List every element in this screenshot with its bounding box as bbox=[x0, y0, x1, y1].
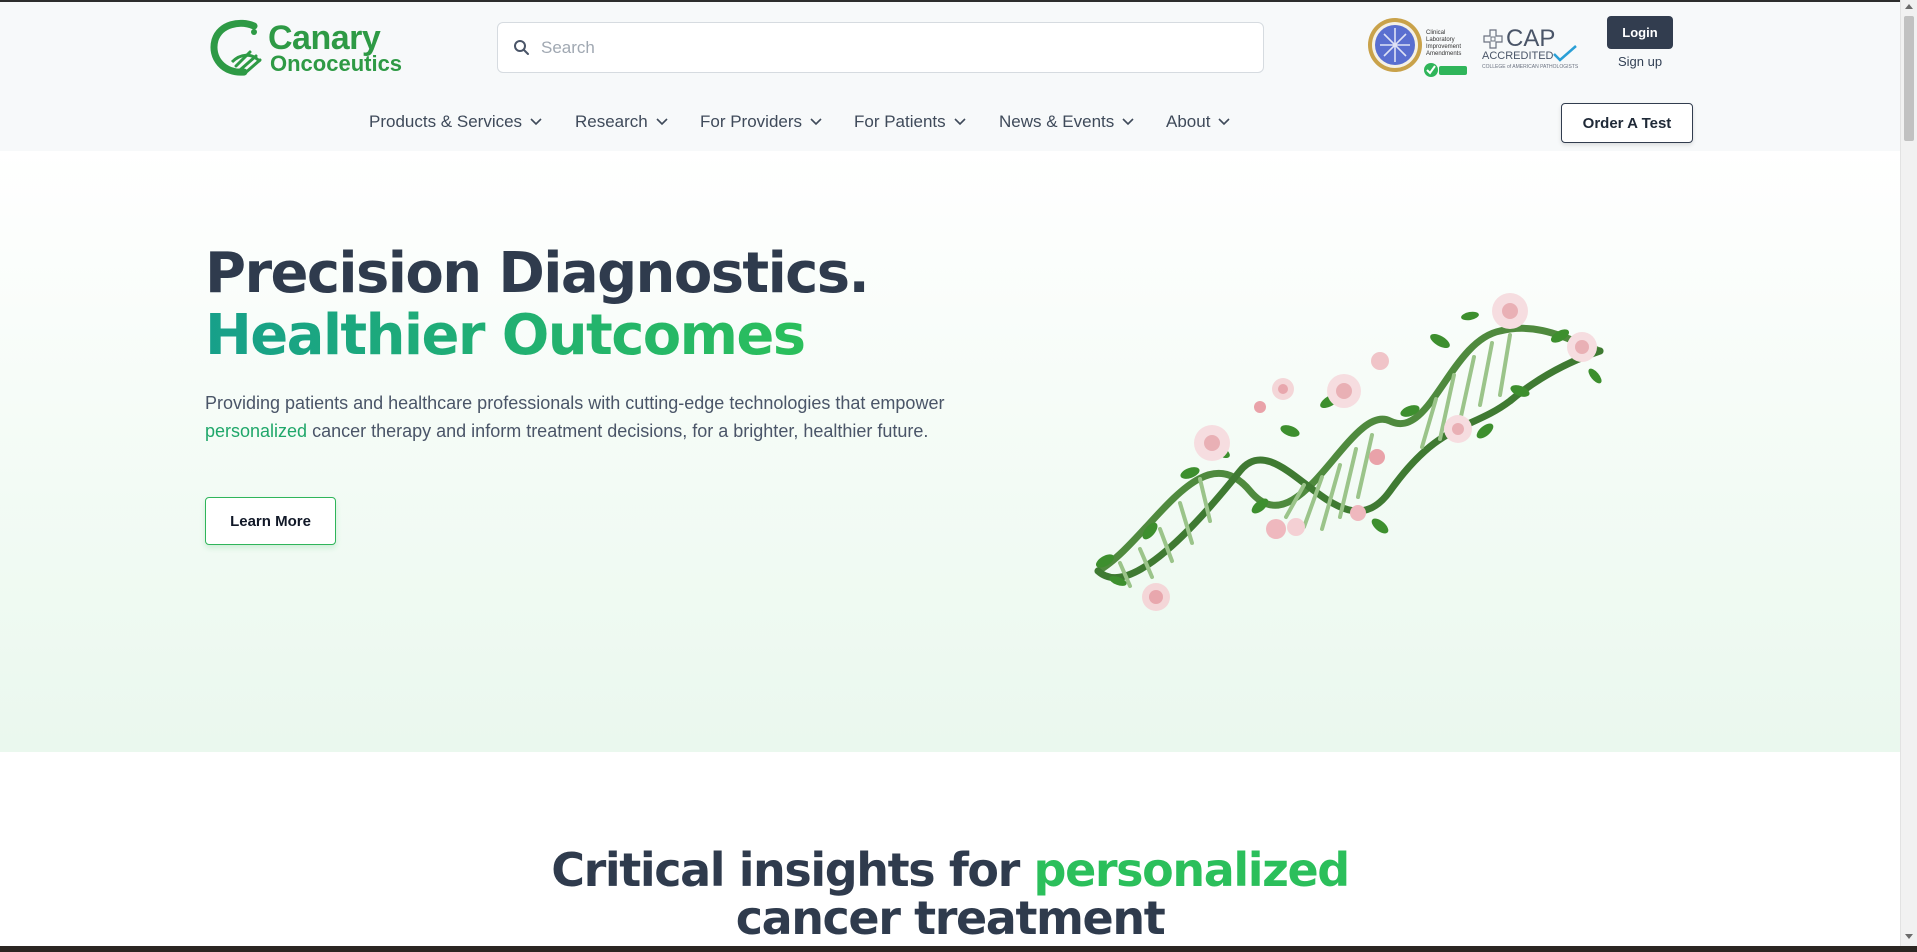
scroll-up-arrow-icon[interactable] bbox=[1905, 4, 1913, 9]
nav-item-label: News & Events bbox=[999, 112, 1115, 131]
section-heading-accent: personalized bbox=[1033, 843, 1351, 897]
section-heading-text-line2: cancer treatment bbox=[735, 891, 1166, 945]
chevron-down-icon bbox=[656, 118, 668, 126]
page-scrollbar[interactable] bbox=[1900, 0, 1917, 946]
chevron-down-icon bbox=[1218, 118, 1231, 126]
nav-item-label: For Providers bbox=[700, 112, 803, 131]
nav-item-label: Products & Services bbox=[369, 112, 523, 131]
scroll-thumb[interactable] bbox=[1904, 16, 1914, 141]
chevron-down-icon bbox=[530, 118, 542, 126]
site-header: Canary Oncoceutics Clinical Laboratory I… bbox=[0, 2, 1900, 151]
checkmark-icon bbox=[1553, 45, 1577, 62]
nav-item-label: Research bbox=[575, 112, 648, 131]
nav-item-for-providers[interactable]: For Providers bbox=[700, 112, 822, 132]
cap-accredited-label: ACCREDITED bbox=[1482, 50, 1554, 62]
hero-title-accent: Healthier Outcomes bbox=[205, 303, 806, 368]
hero-description-accent: personalized bbox=[205, 421, 308, 441]
hero-description: Providing patients and healthcare profes… bbox=[205, 389, 965, 445]
svg-text:Amendments: Amendments bbox=[1426, 51, 1461, 57]
cap-title: CAP bbox=[1506, 25, 1556, 52]
svg-text:Clinical: Clinical bbox=[1426, 30, 1445, 36]
hero-description-text-end: cancer therapy and inform treatment deci… bbox=[307, 421, 929, 441]
clia-certified-badge: Clinical Laboratory Improvement Amendmen… bbox=[1366, 16, 1476, 80]
nav-item-research[interactable]: Research bbox=[575, 112, 668, 132]
nav-item-news-events[interactable]: News & Events bbox=[999, 112, 1134, 132]
hero-description-text: Providing patients and healthcare profes… bbox=[205, 393, 945, 413]
dna-flowers-illustration bbox=[1094, 293, 1604, 611]
scroll-down-arrow-icon[interactable] bbox=[1905, 934, 1913, 939]
nav-item-label: About bbox=[1166, 112, 1211, 131]
nav-item-products-services[interactable]: Products & Services bbox=[369, 112, 542, 132]
learn-more-button[interactable]: Learn More bbox=[205, 497, 336, 545]
section-heading-text: Critical insights for bbox=[551, 843, 1034, 897]
clia-seal-icon: Clinical Laboratory Improvement Amendmen… bbox=[1368, 18, 1467, 77]
cap-cross-icon bbox=[1483, 29, 1503, 49]
login-button[interactable]: Login bbox=[1607, 16, 1673, 49]
chevron-down-icon bbox=[1122, 118, 1134, 126]
signup-link[interactable]: Sign up bbox=[1607, 54, 1673, 69]
hero-title: Precision Diagnostics. bbox=[205, 241, 870, 306]
svg-text:Improvement: Improvement bbox=[1426, 44, 1461, 50]
search-icon bbox=[514, 40, 529, 55]
svg-text:Laboratory: Laboratory bbox=[1426, 37, 1455, 43]
chevron-down-icon bbox=[810, 118, 822, 126]
order-test-button[interactable]: Order A Test bbox=[1561, 103, 1693, 143]
search-bar[interactable] bbox=[497, 22, 1264, 73]
window-bottom-edge bbox=[0, 946, 1917, 952]
cap-subtitle: COLLEGE of AMERICAN PATHOLOGISTS bbox=[1482, 64, 1579, 70]
search-input[interactable] bbox=[541, 23, 1241, 72]
chevron-down-icon bbox=[954, 118, 966, 126]
dna-logo-icon bbox=[210, 19, 262, 76]
nav-item-about[interactable]: About bbox=[1166, 112, 1231, 132]
section-heading: Critical insights for personalized cance… bbox=[0, 846, 1900, 942]
hero-section: Precision Diagnostics. Healthier Outcome… bbox=[0, 151, 1900, 752]
brand-logo[interactable]: Canary Oncoceutics bbox=[210, 18, 402, 80]
brand-subname: Oncoceutics bbox=[270, 51, 403, 76]
nav-item-for-patients[interactable]: For Patients bbox=[854, 112, 966, 132]
cap-accredited-badge: CAP ACCREDITED COLLEGE of AMERICAN PATHO… bbox=[1480, 26, 1580, 74]
nav-item-label: For Patients bbox=[854, 112, 946, 131]
